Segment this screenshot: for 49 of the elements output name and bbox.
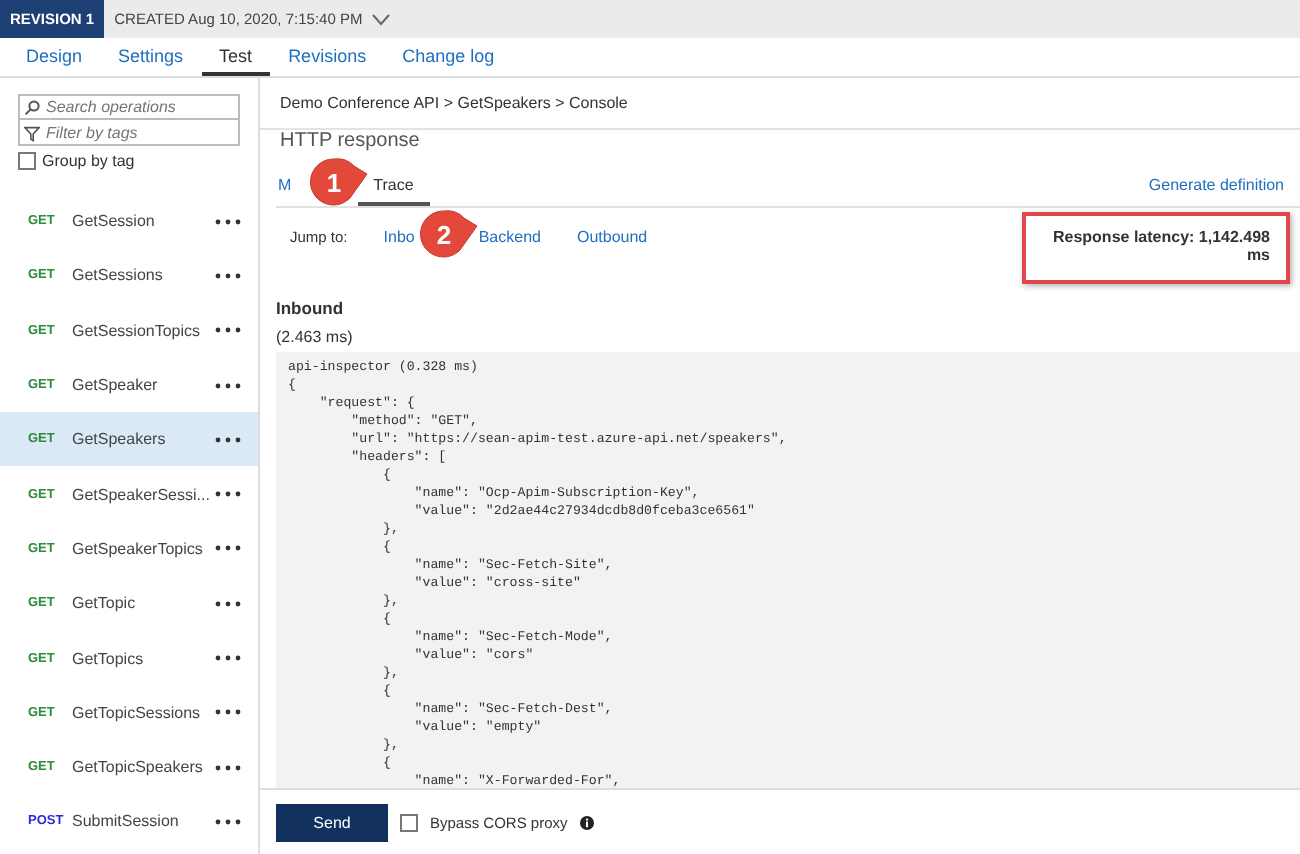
more-icon[interactable] — [214, 599, 242, 608]
operation-name: GetSpeakerSessi... — [72, 485, 212, 504]
breadcrumb: Demo Conference API > GetSpeakers > Console — [260, 78, 1300, 130]
chevron-down-icon[interactable] — [372, 13, 391, 25]
checkbox[interactable] — [400, 813, 418, 831]
more-icon[interactable] — [214, 817, 242, 826]
tab[interactable]: Test — [201, 38, 271, 76]
operation-name: GetTopic — [72, 594, 138, 613]
operation-name: GetSession — [72, 212, 157, 231]
more-icon[interactable] — [214, 763, 242, 772]
operation-name: GetTopicSessions — [72, 703, 203, 722]
response-latency: Response latency: 1,142.498 ms — [1022, 212, 1290, 284]
info-icon[interactable] — [579, 815, 594, 829]
more-icon[interactable] — [214, 435, 242, 444]
more-icon[interactable] — [214, 271, 242, 280]
operation-name: GetSpeakerTopics — [72, 539, 205, 558]
callout-number: 1 — [326, 168, 342, 198]
jump-link[interactable]: Inbo — [383, 228, 415, 248]
jump-link[interactable]: Outbound — [576, 228, 648, 248]
tab[interactable]: Change log — [384, 38, 513, 76]
checkbox-label: Group by tag — [42, 152, 135, 170]
section-heading: HTTP response — [278, 130, 422, 154]
more-icon[interactable] — [214, 490, 242, 499]
tab[interactable]: Design — [8, 38, 101, 76]
more-icon[interactable] — [214, 544, 242, 553]
inbound-time: (2.463 ms) — [274, 328, 355, 346]
more-icon[interactable] — [214, 217, 242, 226]
search-field[interactable]: Search operations — [18, 94, 240, 120]
more-icon[interactable] — [214, 708, 242, 717]
more-icon[interactable] — [214, 326, 242, 335]
operation-name: GetTopicSpeakers — [72, 758, 205, 777]
more-icon[interactable] — [214, 654, 242, 663]
callout-number: 2 — [436, 220, 452, 250]
response-tab[interactable]: M — [276, 166, 294, 206]
checkbox[interactable] — [18, 152, 36, 170]
tab[interactable]: Settings — [100, 38, 202, 76]
jump-link[interactable]: Backend — [478, 228, 541, 248]
operation-name: GetSpeakers — [72, 430, 168, 449]
generate-definition-link[interactable]: Generate definition — [1148, 166, 1284, 206]
operation-name: GetSessionTopics — [72, 321, 203, 340]
operation-name: SubmitSession — [72, 812, 181, 831]
send-button[interactable]: Send — [276, 803, 388, 841]
operation-name: GetSpeaker — [72, 376, 160, 395]
operation-name: GetTopics — [72, 649, 146, 668]
tab[interactable]: Revisions — [270, 38, 385, 76]
operation-name: GetSessions — [72, 266, 165, 285]
filter-field[interactable]: Filter by tags — [18, 120, 240, 146]
more-icon[interactable] — [214, 381, 242, 390]
inbound-title: Inbound — [274, 298, 346, 318]
